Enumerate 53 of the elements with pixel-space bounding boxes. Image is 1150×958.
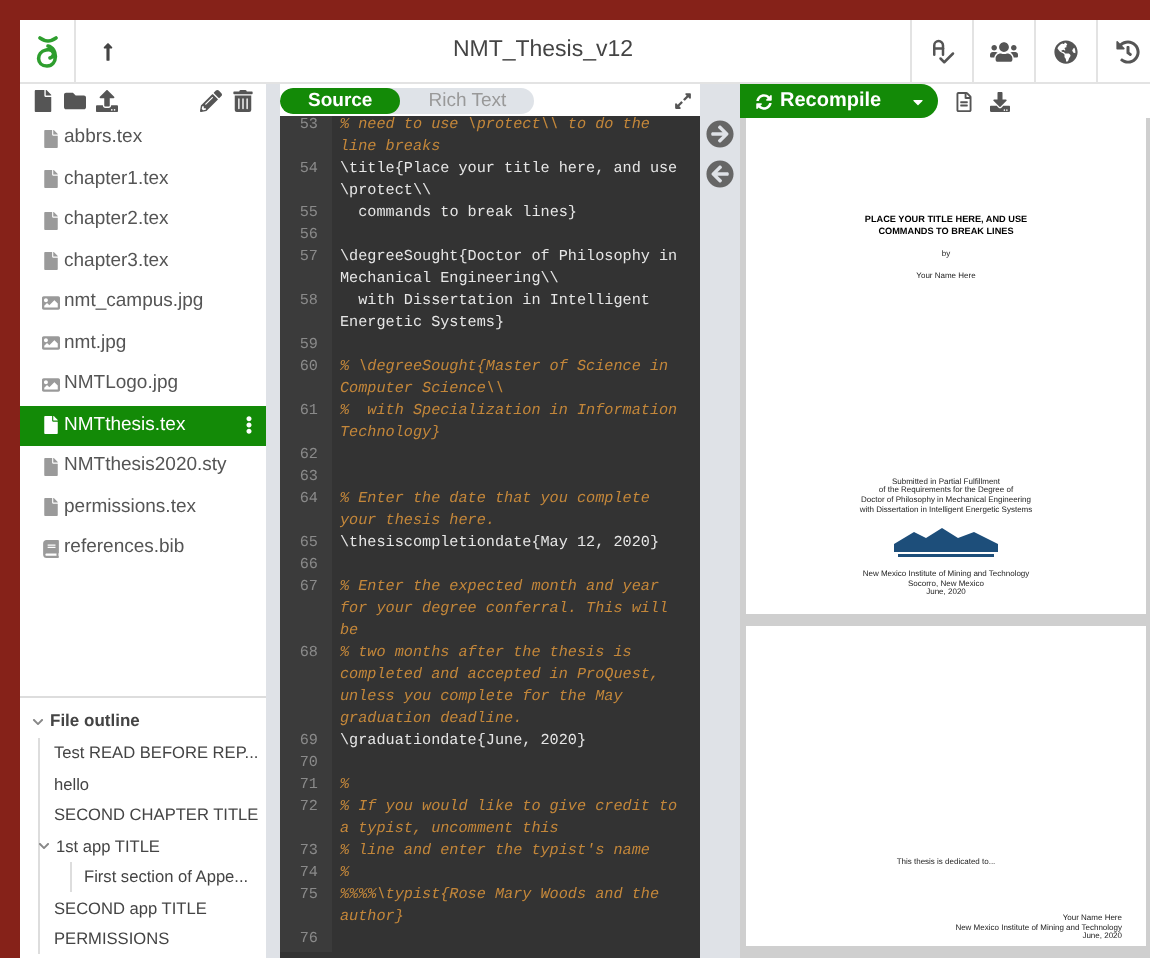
outline-item[interactable]: 1st app TITLE [56,833,160,858]
file-item[interactable]: references.bib [20,528,266,569]
users-icon[interactable] [990,37,1018,65]
image-icon [42,293,60,312]
trash-icon[interactable] [232,89,254,111]
file-item[interactable]: nmt_campus.jpg [20,282,266,323]
file-item[interactable]: chapter2.tex [20,200,266,241]
outline-item[interactable]: hello [54,771,90,796]
file-item[interactable]: abbrs.tex [20,118,266,159]
file-icon [42,457,60,476]
file-item[interactable]: chapter3.tex [20,241,266,282]
window-title: NMT_Thesis_v12 [452,35,634,66]
file-item[interactable]: NMTthesis2020.sty [20,446,266,487]
file-item[interactable]: chapter1.tex [20,159,266,200]
arrow-left-icon[interactable] [706,160,734,188]
file-icon [42,416,60,435]
outline-item[interactable]: First section of Appe... [84,864,249,889]
outline-item[interactable]: SECOND app TITLE [54,895,207,920]
logo-drawing [890,526,1002,559]
file-icon [42,170,60,189]
up-arrow-icon[interactable] [98,41,118,61]
file-icon [42,129,60,148]
file-item[interactable]: NMTthesis.tex [20,405,266,446]
image-icon [42,375,60,394]
file-icon [42,252,60,271]
upload-icon[interactable] [96,89,118,111]
chevron-icon[interactable] [38,839,50,852]
chevron-icon[interactable] [32,715,44,727]
file-item[interactable]: nmt.jpg [20,323,266,364]
expand-icon[interactable] [674,91,692,109]
document-icon[interactable] [953,91,974,111]
outline-header[interactable]: File outline [50,708,140,734]
pencil-icon[interactable] [200,89,222,111]
outline-item[interactable]: Test READ BEFORE REP... [54,740,259,765]
recompile-button[interactable]: Recompile [740,84,938,118]
editor-tab[interactable]: Source [280,87,401,113]
file-item[interactable]: permissions.tex [20,487,266,528]
outline-item[interactable]: PERMISSIONS [54,926,170,951]
book-icon [42,539,60,558]
outline-item[interactable]: SECOND CHAPTER TITLE [54,802,259,827]
spellcheck-icon[interactable] [927,36,957,66]
arrow-right-icon[interactable] [706,120,734,148]
refresh-icon [756,93,772,109]
globe-icon[interactable] [1054,39,1078,63]
file-item[interactable]: NMTLogo.jpg [20,364,266,405]
download-icon[interactable] [989,91,1010,111]
file-icon [42,211,60,230]
image-icon [42,334,60,353]
history-icon[interactable] [1116,39,1140,63]
folder-icon[interactable] [64,89,86,111]
new-file-icon[interactable] [32,89,54,111]
leaf-logo-icon[interactable] [34,35,60,67]
file-icon [42,498,60,517]
